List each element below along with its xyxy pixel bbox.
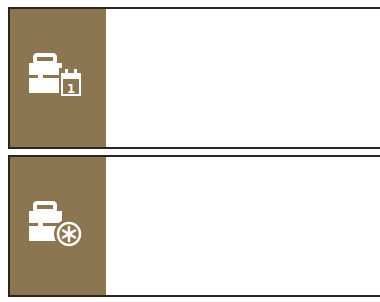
briefcase-calendar-icon: 1: [29, 53, 82, 98]
svg-text:1: 1: [67, 82, 75, 96]
tile-briefcase-calendar[interactable]: 1: [8, 7, 380, 149]
tile-icon-strip: 1: [10, 9, 106, 147]
briefcase-settings-icon: [29, 201, 84, 249]
tile-content: [106, 157, 380, 295]
tile-icon-strip: [10, 157, 106, 295]
tile-content: [106, 9, 380, 147]
tile-briefcase-settings[interactable]: [8, 155, 380, 297]
